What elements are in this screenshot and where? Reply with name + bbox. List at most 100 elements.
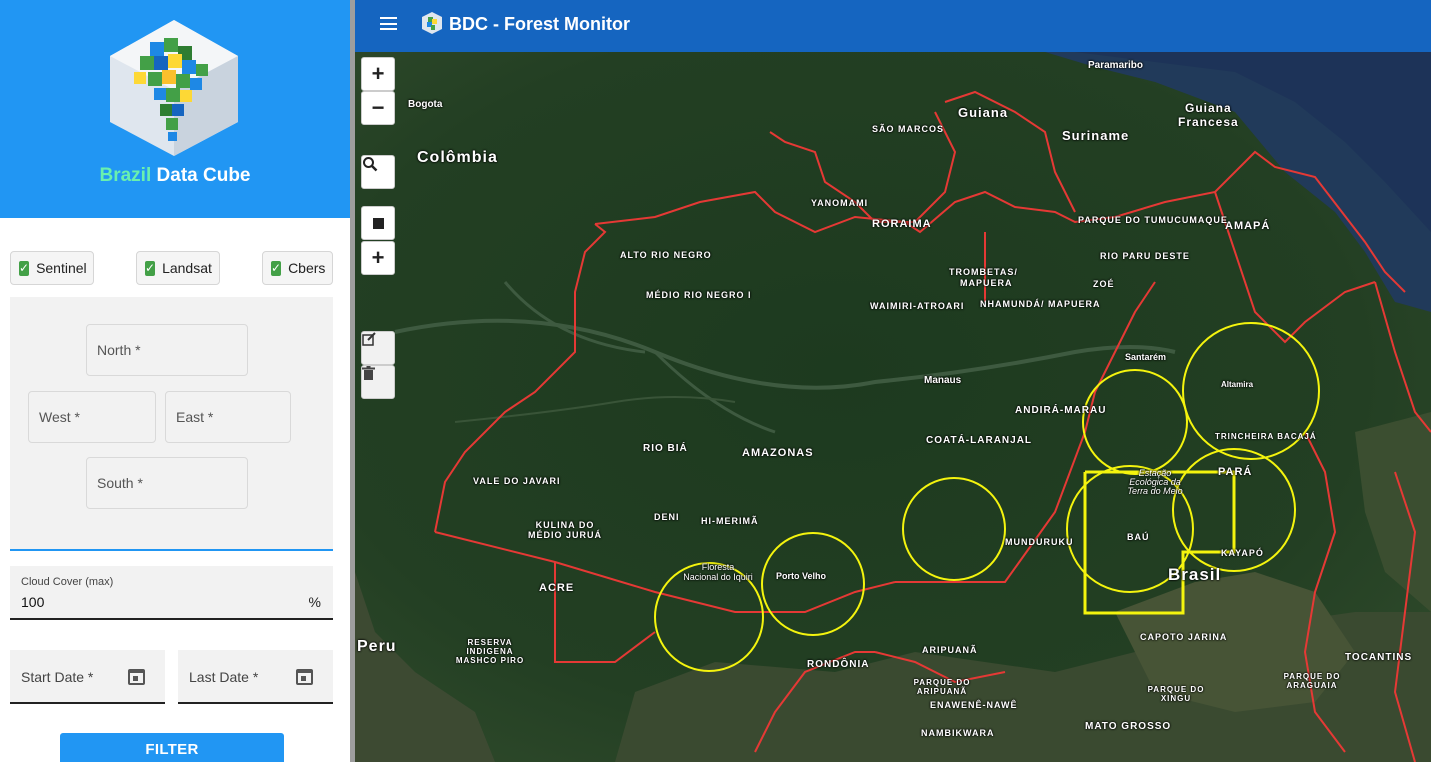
map-label: MAPUERA	[960, 278, 1013, 288]
east-field[interactable]: East *	[165, 391, 291, 443]
brazil-data-cube-logo	[110, 20, 238, 156]
map-label: TROMBETAS/	[949, 267, 1018, 277]
start-date-field[interactable]: Start Date *	[10, 650, 165, 704]
app-logo-icon	[422, 12, 442, 34]
map-label: Francesa	[1178, 115, 1239, 129]
map-label: RIO BIÁ	[643, 443, 688, 454]
map-label: Peru	[357, 638, 397, 655]
map-label: ANDIRÁ-MARAU	[1015, 405, 1107, 416]
edit-layers-button[interactable]	[361, 331, 395, 365]
map-label: WAIMIRI-ATROARI	[870, 301, 965, 311]
zoom-in-button[interactable]: +	[361, 57, 395, 91]
cloud-cover-unit: %	[308, 594, 321, 610]
map-label: PARQUE DO ARIPUANÃ	[913, 678, 971, 696]
calendar-icon[interactable]	[128, 669, 145, 685]
map-label: ACRE	[539, 582, 575, 594]
map-label: RONDÔNIA	[807, 659, 870, 670]
map-label: PARÁ	[1218, 466, 1253, 478]
north-field[interactable]: North *	[86, 324, 248, 376]
check-icon: ✓	[145, 260, 156, 276]
map-label: Guiana	[1185, 101, 1232, 115]
sentinel-label: Sentinel	[36, 260, 87, 276]
cloud-cover-label: Cloud Cover (max)	[21, 576, 114, 588]
search-map-button[interactable]	[361, 155, 395, 189]
last-date-field[interactable]: Last Date *	[178, 650, 333, 704]
cbers-checkbox[interactable]: ✓ Cbers	[262, 251, 333, 285]
map-label: YANOMAMI	[811, 198, 869, 208]
map-label: RIO PARU DESTE	[1100, 251, 1190, 261]
sentinel-checkbox[interactable]: ✓ Sentinel	[10, 251, 94, 285]
landsat-label: Landsat	[162, 260, 212, 276]
brand-name-part1: Brazil	[99, 165, 152, 186]
landsat-checkbox[interactable]: ✓ Landsat	[136, 251, 220, 285]
zoom-out-button[interactable]: −	[361, 91, 395, 125]
search-icon	[363, 157, 378, 172]
map-label: Estação Ecológica da Terra do Meio	[1127, 468, 1183, 496]
check-icon: ✓	[271, 260, 282, 276]
filter-button[interactable]: FILTER	[60, 733, 284, 762]
bounding-box-panel: North * West * East * South *	[10, 297, 333, 551]
menu-icon[interactable]	[380, 17, 397, 30]
map-label: ALTO RIO NEGRO	[620, 250, 712, 260]
brand-name: Brazil Data Cube	[0, 165, 350, 187]
check-icon: ✓	[19, 260, 30, 276]
map-label: ENAWENÊ-NAWÊ	[930, 700, 1018, 710]
app-bar: BDC - Forest Monitor	[355, 0, 1431, 52]
app-title: BDC - Forest Monitor	[449, 14, 630, 34]
map-label: RESERVA INDIGENA MASHCO PIRO	[455, 638, 525, 665]
map-label: Altamira	[1221, 380, 1254, 389]
delete-layers-button[interactable]	[361, 365, 395, 399]
map-label: Porto Velho	[776, 571, 827, 581]
south-field[interactable]: South *	[86, 457, 248, 509]
map-label: Floresta Nacional do Iquiri	[683, 562, 753, 582]
cloud-cover-field[interactable]: Cloud Cover (max) 100 %	[10, 566, 333, 620]
map-label: ZOÉ	[1093, 279, 1115, 289]
map-label: Bogota	[408, 99, 443, 110]
draw-rectangle-button[interactable]	[361, 206, 395, 240]
map-label: AMAPÁ	[1225, 220, 1271, 232]
map-label: Santarém	[1125, 352, 1167, 362]
map-label: TRINCHEIRA BACAJÁ	[1215, 432, 1317, 441]
map-label: PARQUE DO TUMUCUMAQUE	[1078, 215, 1228, 225]
map-label: Manaus	[924, 375, 962, 386]
map-label: VALE DO JAVARI	[473, 476, 561, 486]
brand-name-part2: Data Cube	[156, 165, 251, 186]
map-label: Colômbia	[417, 149, 498, 166]
sidebar: Brazil Data Cube ✓ Sentinel ✓ Landsat ✓ …	[0, 0, 350, 762]
map-label: NAMBIKWARA	[921, 728, 995, 738]
edit-icon	[362, 332, 376, 346]
map-label: MATO GROSSO	[1085, 721, 1172, 732]
map-label: AMAZONAS	[742, 447, 814, 459]
map-label: RORAIMA	[872, 218, 932, 230]
map-label: TOCANTINS	[1345, 652, 1413, 663]
map-label: Guiana	[958, 105, 1009, 120]
map-label: ARIPUANÃ	[922, 645, 978, 655]
west-field[interactable]: West *	[28, 391, 156, 443]
map-label: MUNDURUKU	[1005, 537, 1074, 547]
map-label: KAYAPÓ	[1221, 548, 1264, 558]
map-label: PARQUE DO ARAGUAIA	[1283, 672, 1341, 690]
map-label: SÃO MARCOS	[872, 124, 945, 134]
map-label: PARQUE DO XINGU	[1147, 685, 1205, 703]
start-date-label: Start Date *	[21, 669, 94, 685]
add-layer-button[interactable]: +	[361, 241, 395, 275]
map-label: HI-MERIMÃ	[701, 516, 759, 526]
cloud-cover-value: 100	[21, 594, 45, 610]
trash-icon	[362, 366, 375, 380]
map-label: BAÚ	[1127, 532, 1150, 542]
map-label: KULINA DO MÉDIO JURUÁ	[527, 520, 602, 540]
map-label: Suriname	[1062, 128, 1130, 143]
map-label: COATÁ-LARANJAL	[926, 435, 1033, 446]
map-label: Paramaribo	[1088, 60, 1144, 71]
brand-header: Brazil Data Cube	[0, 0, 350, 218]
cbers-label: Cbers	[288, 260, 326, 276]
last-date-label: Last Date *	[189, 669, 259, 685]
calendar-icon[interactable]	[296, 669, 313, 685]
square-icon	[372, 217, 384, 229]
satellite-map[interactable]: Colômbia Guiana Suriname Guiana Francesa…	[355, 52, 1431, 762]
map-label: Brasil	[1168, 565, 1222, 584]
map-label: MÉDIO RIO NEGRO I	[646, 290, 752, 300]
map-label: DENI	[654, 512, 680, 522]
map-label: CAPOTO JARINA	[1140, 632, 1228, 642]
map-label: NHAMUNDÁ/ MAPUERA	[980, 299, 1101, 309]
